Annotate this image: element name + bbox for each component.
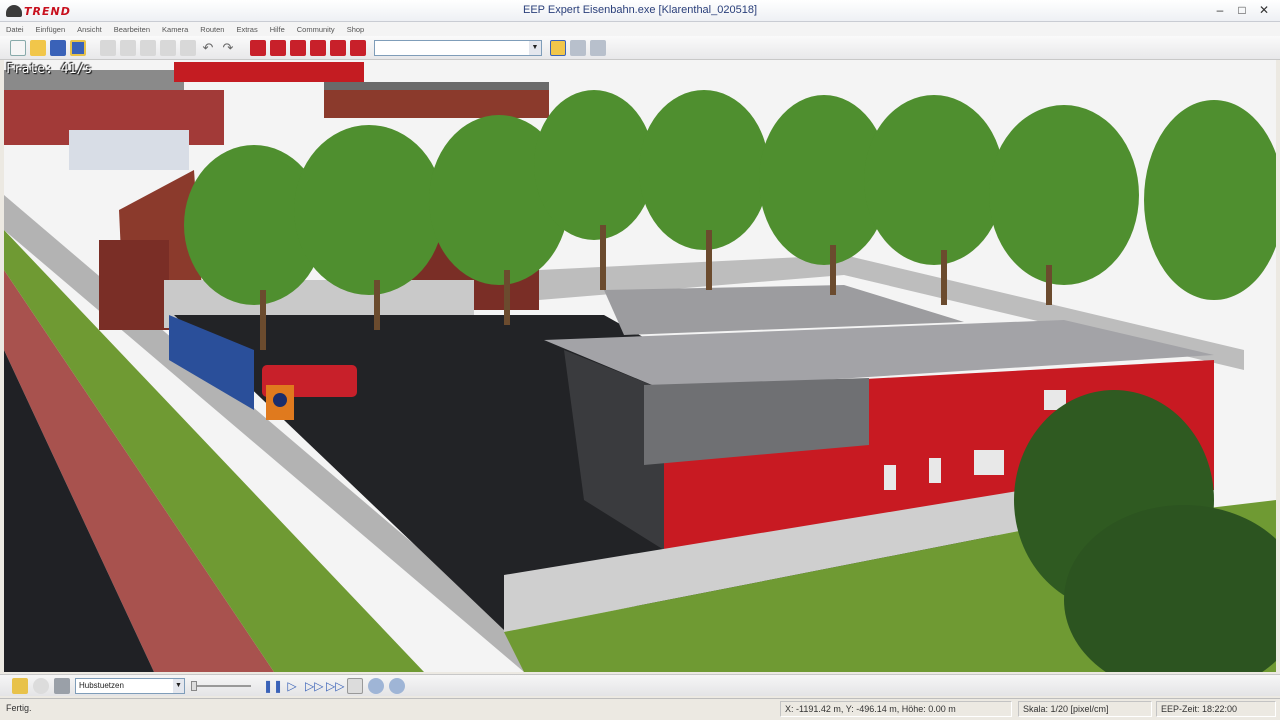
select-icon[interactable] bbox=[180, 39, 196, 56]
chevron-down-icon[interactable]: ▼ bbox=[529, 40, 541, 55]
zoom-in-icon[interactable] bbox=[368, 677, 384, 694]
open-folder-icon[interactable] bbox=[30, 39, 46, 56]
coordinates-pane: X: -1191.42 m, Y: -496.14 m, Höhe: 0.00 … bbox=[780, 701, 1012, 717]
menu-extras[interactable]: Extras bbox=[236, 25, 257, 34]
menu-kamera[interactable]: Kamera bbox=[162, 25, 188, 34]
menu-community[interactable]: Community bbox=[297, 25, 335, 34]
window-controls: – □ ✕ bbox=[1210, 2, 1274, 19]
undo-icon[interactable]: ↶ bbox=[200, 40, 216, 56]
menu-routen[interactable]: Routen bbox=[200, 25, 224, 34]
save-as-icon[interactable] bbox=[70, 39, 86, 56]
paste-icon[interactable] bbox=[120, 39, 136, 56]
3d-viewport[interactable]: Frate: 41/s bbox=[4, 60, 1276, 672]
camera-icon[interactable] bbox=[54, 677, 70, 694]
status-bar: Fertig. X: -1191.42 m, Y: -496.14 m, Höh… bbox=[0, 698, 1280, 720]
info-icon[interactable] bbox=[590, 39, 606, 56]
object-select-value: Hubstuetzen bbox=[79, 680, 124, 690]
bulb-icon[interactable] bbox=[33, 677, 49, 694]
tram-icon[interactable] bbox=[290, 39, 306, 56]
bottom-toolbar: Hubstuetzen ▼ ❚❚ ▷ ▷▷ ▷▷ bbox=[0, 674, 1280, 696]
maximize-button[interactable]: □ bbox=[1232, 2, 1252, 19]
slider-thumb[interactable] bbox=[191, 680, 197, 691]
object-select[interactable]: Hubstuetzen ▼ bbox=[75, 677, 185, 694]
fast-forward-icon[interactable]: ▷▷ bbox=[326, 678, 344, 694]
edit-icon[interactable] bbox=[12, 677, 28, 694]
tools-icon[interactable] bbox=[570, 39, 586, 56]
copy-icon[interactable] bbox=[100, 39, 116, 56]
menu-hilfe[interactable]: Hilfe bbox=[270, 25, 285, 34]
redo-icon[interactable]: ↷ bbox=[220, 40, 236, 56]
save-icon[interactable] bbox=[50, 39, 66, 56]
menu-bar: Datei Einfügen Ansicht Bearbeiten Kamera… bbox=[0, 22, 1280, 36]
main-toolbar: ↶ ↷ ▼ bbox=[0, 36, 1280, 60]
water-icon[interactable] bbox=[310, 39, 326, 56]
screen-icon[interactable] bbox=[347, 677, 363, 694]
close-button[interactable]: ✕ bbox=[1254, 2, 1274, 19]
track-icon[interactable] bbox=[250, 39, 266, 56]
road-icon[interactable] bbox=[270, 39, 286, 56]
speed-slider[interactable] bbox=[191, 679, 251, 693]
minimize-button[interactable]: – bbox=[1210, 2, 1230, 19]
scene-render bbox=[4, 60, 1276, 672]
forward-icon[interactable]: ▷▷ bbox=[305, 678, 323, 694]
play-icon[interactable]: ▷ bbox=[284, 678, 300, 694]
signal-icon[interactable] bbox=[350, 39, 366, 56]
delete-icon[interactable] bbox=[160, 39, 176, 56]
eep-time-pane: EEP-Zeit: 18:22:00 bbox=[1156, 701, 1276, 717]
zoom-out-icon[interactable] bbox=[389, 677, 405, 694]
eep-window: TREND EEP Expert Eisenbahn.exe [Klarenth… bbox=[0, 0, 1280, 720]
new-file-icon[interactable] bbox=[10, 39, 26, 56]
object-search-select[interactable]: ▼ bbox=[374, 39, 542, 56]
menu-bearbeiten[interactable]: Bearbeiten bbox=[114, 25, 150, 34]
cut-icon[interactable] bbox=[140, 39, 156, 56]
window-title: EEP Expert Eisenbahn.exe [Klarenthal_020… bbox=[522, 4, 758, 16]
scale-pane: Skala: 1/20 [pixel/cm] bbox=[1018, 701, 1152, 717]
menu-shop[interactable]: Shop bbox=[347, 25, 365, 34]
menu-ansicht[interactable]: Ansicht bbox=[77, 25, 102, 34]
frame-rate-readout: Frate: 41/s bbox=[6, 62, 93, 77]
pause-icon[interactable]: ❚❚ bbox=[263, 678, 283, 694]
map-icon[interactable] bbox=[550, 39, 566, 56]
status-message: Fertig. bbox=[6, 703, 32, 713]
menu-datei[interactable]: Datei bbox=[6, 25, 24, 34]
control-icon[interactable] bbox=[330, 39, 346, 56]
title-bar: TREND EEP Expert Eisenbahn.exe [Klarenth… bbox=[0, 0, 1280, 22]
chevron-down-icon[interactable]: ▼ bbox=[173, 678, 184, 693]
menu-einfuegen[interactable]: Einfügen bbox=[36, 25, 66, 34]
